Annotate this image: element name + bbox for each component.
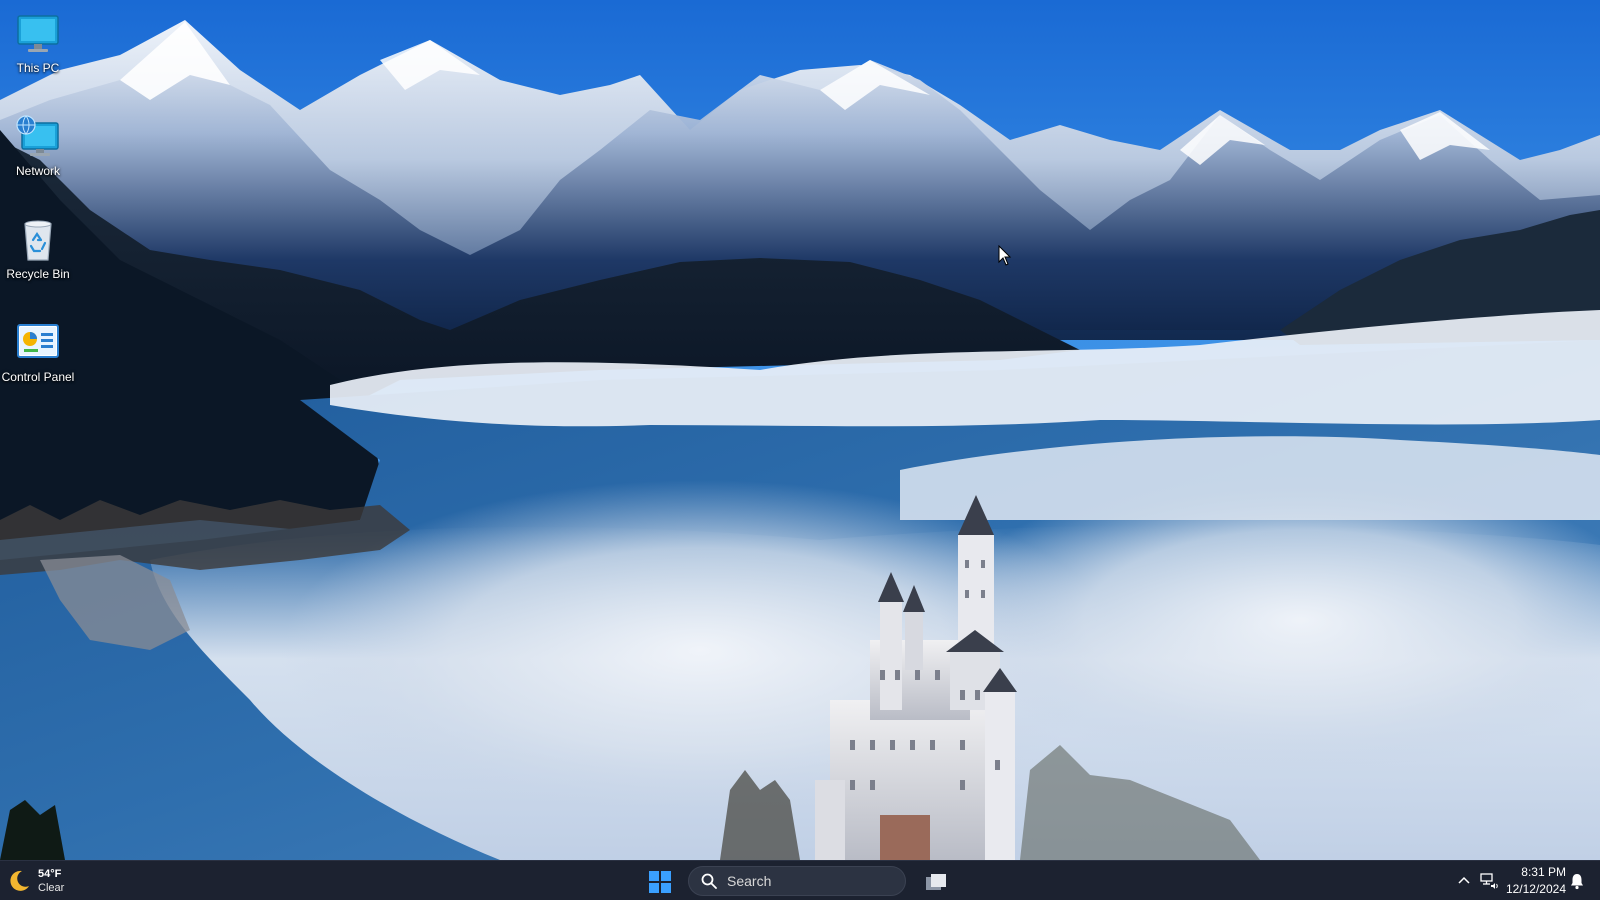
weather-condition: Clear (38, 882, 65, 894)
taskbar: 54°F Clear Search 8:31 PM 12/12/2024 (0, 860, 1600, 900)
windows-logo-icon (649, 871, 671, 893)
desktop-icon-control-panel[interactable]: Control Panel (0, 311, 76, 403)
chevron-up-icon[interactable] (1456, 873, 1472, 889)
control-panel-icon (17, 324, 59, 358)
clock-date: 12/12/2024 (1505, 882, 1566, 896)
desktop-icon-recycle-bin[interactable]: Recycle Bin (0, 208, 76, 300)
desktop-wallpaper (0, 0, 1600, 860)
task-view-button[interactable] (920, 867, 952, 897)
notification-bell-icon[interactable] (1568, 872, 1586, 890)
network-volume-icon[interactable] (1479, 872, 1499, 890)
network-icon (16, 115, 59, 156)
recycle-bin-icon (24, 220, 52, 261)
search-placeholder: Search (727, 873, 772, 889)
mouse-cursor-icon (998, 245, 1012, 266)
task-view-icon (926, 874, 946, 890)
start-button[interactable] (644, 867, 676, 897)
desktop-icon-network[interactable]: Network (0, 105, 76, 197)
desktop-icon-label: This PC (16, 61, 60, 75)
moon-icon (10, 870, 29, 891)
clock-time: 8:31 PM (1521, 865, 1566, 879)
weather-widget[interactable]: 54°F Clear (6, 865, 64, 897)
taskbar-search-box[interactable]: Search (688, 866, 906, 896)
desktop-icon-label: Control Panel (1, 370, 75, 384)
desktop-icon-label: Recycle Bin (6, 267, 70, 281)
desktop-icon-label: Network (15, 164, 60, 178)
weather-temperature: 54°F (38, 868, 62, 880)
system-clock[interactable]: 8:31 PM 12/12/2024 (1500, 864, 1566, 898)
wallpaper-landscape (0, 0, 1600, 860)
search-icon (701, 873, 717, 889)
monitor-icon (17, 15, 59, 52)
desktop-icon-this-pc[interactable]: This PC (0, 2, 76, 94)
